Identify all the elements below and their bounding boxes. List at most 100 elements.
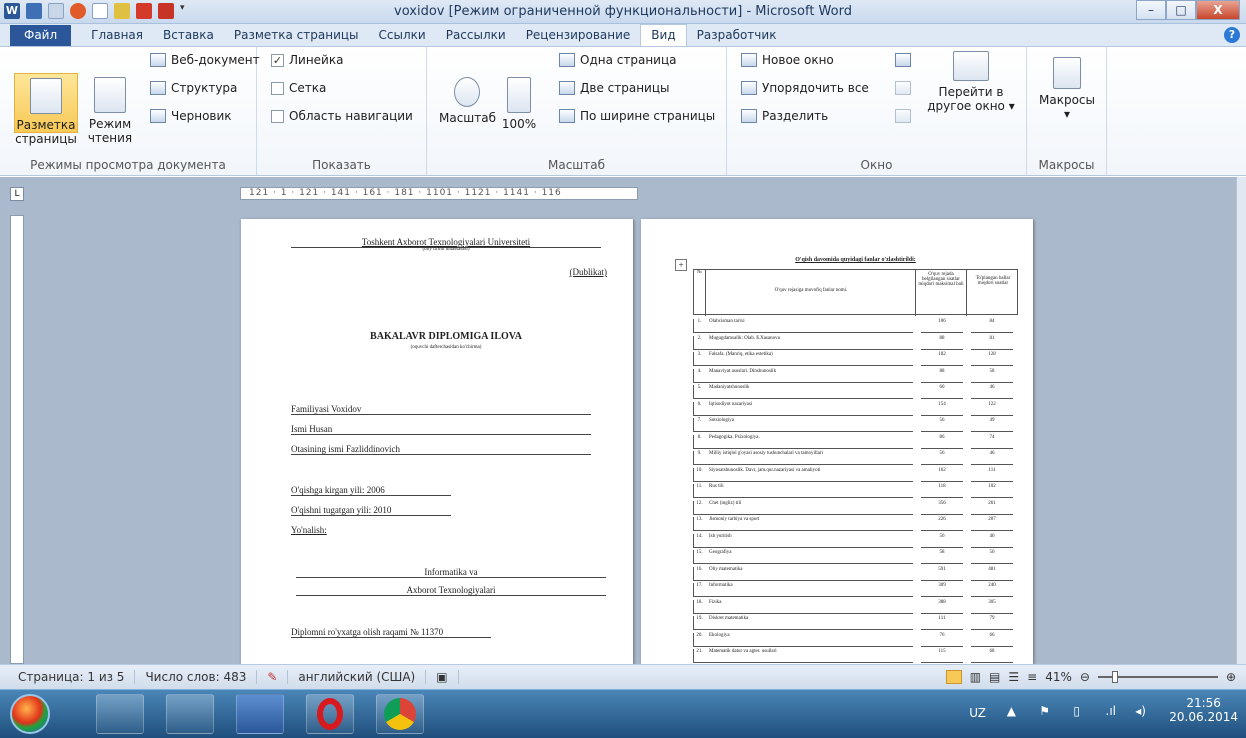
proofing-icon[interactable]: ✎ [257, 670, 289, 684]
one-page-button[interactable]: Одна страница [559, 53, 676, 67]
ruler-checkbox[interactable]: ✓ Линейка [271, 53, 343, 67]
full-screen-view-icon[interactable]: ▥ [970, 670, 981, 684]
minimize-button[interactable]: – [1136, 0, 1166, 20]
action-center-icon[interactable]: ⚑ [1039, 704, 1050, 718]
subject-name: Chet (ingliz) tili [705, 501, 913, 515]
document-subheading: (oquvchi dafterchasidan ko'chirma) [410, 345, 482, 350]
clock[interactable]: 21:56 20.06.2014 [1169, 696, 1238, 724]
draft-view-icon[interactable]: ≡ [1027, 670, 1037, 684]
two-pages-icon [559, 81, 575, 95]
group-label-window: Окно [860, 158, 893, 172]
checkbox-icon [271, 109, 284, 123]
help-icon[interactable]: ? [1224, 27, 1240, 43]
page-width-button[interactable]: По ширине страницы [559, 109, 715, 123]
zoom-out-icon[interactable]: ⊖ [1080, 670, 1090, 684]
volume-icon[interactable]: ◂) [1135, 704, 1146, 718]
page-count[interactable]: Страница: 1 из 5 [8, 670, 136, 684]
start-button-icon[interactable] [10, 694, 50, 734]
document-heading: BAKALAVR DIPLOMIGA ILOVA [370, 331, 522, 342]
subject-name: Oliy matematika [705, 567, 913, 581]
row-number: 3. [693, 352, 705, 366]
page-2[interactable]: + O'qish davomida quyidagi fanlar o'zlas… [641, 219, 1033, 664]
switch-window-button[interactable]: Перейти в другое окно ▾ [927, 51, 1015, 113]
zoom-in-icon[interactable]: ⊕ [1226, 670, 1236, 684]
word-count[interactable]: Число слов: 483 [135, 670, 258, 684]
row-number: 6. [693, 401, 705, 416]
tab-mailings[interactable]: Рассылки [436, 25, 516, 46]
table-row: 21. Matematik datur va agter. usullari 115… [693, 649, 1018, 663]
grades-table-header: № O'quv rejasiga muvofiq fanlar nomi. O'… [693, 269, 1018, 316]
reset-window-button[interactable] [895, 109, 911, 123]
horizontal-ruler[interactable]: 121 · 1 · 121 · 141 · 161 · 181 · 1101 ·… [240, 187, 638, 200]
outline-view-icon[interactable]: ☰ [1008, 670, 1019, 684]
new-window-button[interactable]: Новое окно [741, 53, 834, 67]
zoom-slider[interactable] [1097, 671, 1218, 683]
outline-button[interactable]: Структура [150, 81, 237, 95]
zoom-100-button[interactable]: 100% [499, 77, 539, 131]
hours-value: 56 [921, 534, 963, 548]
split-button[interactable]: Разделить [741, 109, 828, 123]
score-value: 128 [971, 352, 1013, 366]
tab-developer[interactable]: Разработчик [687, 25, 787, 46]
close-button[interactable]: X [1196, 0, 1240, 20]
grid-checkbox[interactable]: Сетка [271, 81, 326, 95]
reading-mode-button[interactable]: Режим чтения [82, 77, 138, 145]
one-page-icon [559, 53, 575, 67]
save-app-icon[interactable] [96, 694, 144, 734]
word-app-icon[interactable] [236, 694, 284, 734]
name-field: Ismi Husan [291, 424, 591, 435]
nav-pane-checkbox[interactable]: Область навигации [271, 109, 413, 123]
row-number: 20. [693, 632, 705, 647]
zoom-level[interactable]: 41% [1045, 670, 1072, 684]
input-language[interactable]: UZ [969, 706, 986, 720]
split-icon [741, 109, 757, 123]
page-1[interactable]: Toshkent Axborot Texnologiyalari Univers… [241, 219, 633, 664]
vertical-scrollbar[interactable] [1236, 177, 1246, 664]
tab-view[interactable]: Вид [640, 24, 687, 46]
header-no: № [694, 270, 706, 316]
tab-selector[interactable]: L [10, 187, 24, 201]
macro-record-icon[interactable]: ▣ [426, 670, 459, 684]
table-row: 14. Ish yuritish 56 40 [693, 533, 1018, 548]
opera-icon[interactable] [306, 694, 354, 734]
web-view-icon[interactable]: ▤ [989, 670, 1000, 684]
arrange-all-button[interactable]: Упорядочить все [741, 81, 869, 95]
print-layout-button[interactable]: Разметка страницы [14, 73, 78, 146]
macros-button[interactable]: Макросы ▾ [1037, 57, 1097, 121]
draft-button[interactable]: Черновик [150, 109, 232, 123]
sync-scroll-button[interactable] [895, 81, 911, 95]
tab-file[interactable]: Файл [10, 25, 72, 46]
view-side-by-side-button[interactable] [895, 53, 911, 67]
battery-icon[interactable]: ▯ [1073, 704, 1080, 718]
hours-value: 86 [921, 435, 963, 449]
tab-review[interactable]: Рецензирование [516, 25, 641, 46]
reset-window-icon [895, 109, 911, 123]
university-subtitle: (oliy ta'lim muassasasi) [422, 247, 470, 252]
zoom-button[interactable]: Масштаб [439, 77, 496, 125]
tab-page-layout[interactable]: Разметка страницы [224, 25, 369, 46]
chrome-icon[interactable] [376, 694, 424, 734]
two-pages-button[interactable]: Две страницы [559, 81, 670, 95]
vertical-ruler[interactable] [10, 215, 24, 664]
group-label-views: Режимы просмотра документа [30, 158, 226, 172]
table-move-handle-icon[interactable]: + [675, 259, 687, 271]
title-bar: W ▾ voxidov [Режим ограниченной функцион… [0, 0, 1246, 24]
tab-insert[interactable]: Вставка [153, 25, 224, 46]
maximize-button[interactable]: □ [1166, 0, 1196, 20]
subject-name: Jismoniy tarbiya va sport [705, 517, 913, 531]
subject-name: Ish yuritish [705, 534, 913, 548]
tab-home[interactable]: Главная [81, 25, 153, 46]
print-layout-view-icon[interactable] [945, 670, 962, 684]
duplicate-label: (Dublikat) [569, 267, 608, 277]
row-number: 13. [693, 517, 705, 531]
table-row: 5. Madaniyatshunoslik 60 46 [693, 385, 1018, 399]
score-value: 207 [971, 517, 1013, 531]
show-hidden-icons-icon[interactable]: ▲ [1007, 704, 1016, 718]
tab-references[interactable]: Ссылки [369, 25, 436, 46]
network-icon[interactable]: .ıl [1106, 704, 1116, 718]
web-layout-button[interactable]: Веб-документ [150, 53, 260, 67]
language[interactable]: английский (США) [288, 670, 427, 684]
table-row: 1. Olabcisman tarixi 106 84 [693, 319, 1018, 333]
score-value: 84 [971, 319, 1013, 333]
folder-icon[interactable] [166, 694, 214, 734]
